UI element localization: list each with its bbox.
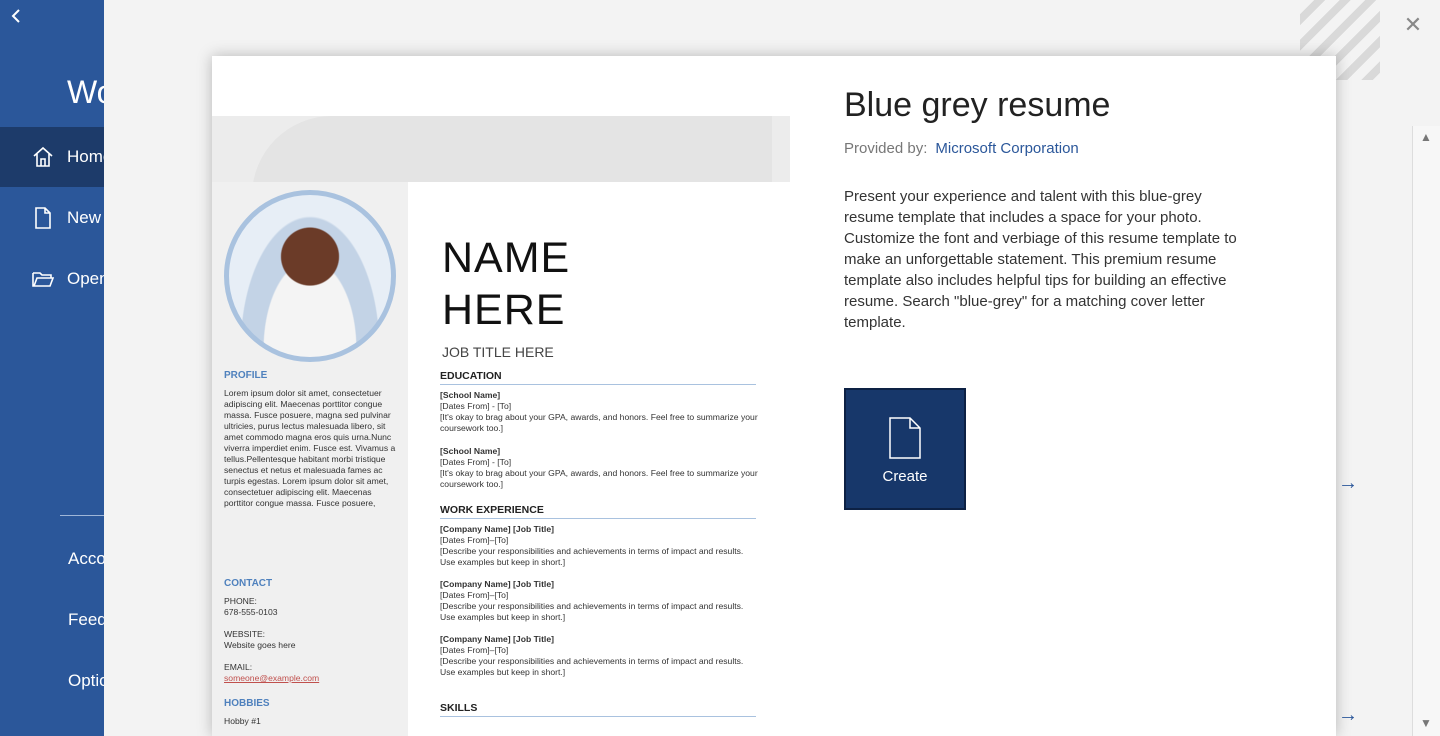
backstage-nav: Word Home New Open Account Feedback Opti… — [0, 0, 143, 736]
nav-item-new[interactable]: New — [0, 188, 104, 248]
provider-link[interactable]: Microsoft Corporation — [935, 140, 1078, 157]
template-title: Blue grey resume — [844, 86, 1111, 124]
create-button-label: Create — [882, 468, 928, 485]
nav-item-open-label: Open — [67, 269, 104, 288]
profile-photo — [224, 190, 396, 362]
nav-item-home[interactable]: Home — [0, 127, 104, 187]
create-button[interactable]: Create — [844, 388, 966, 510]
work-entry: [Company Name] [Job Title] [Dates From]–[… — [440, 579, 744, 622]
nav-item-account-label: Account — [68, 549, 104, 568]
template-description: Present your experience and talent with … — [844, 188, 1237, 331]
provided-by-label: Provided by: — [844, 140, 928, 157]
nav-item-account[interactable]: Account — [0, 529, 104, 589]
education-heading: EDUCATION — [440, 370, 756, 385]
work-heading: WORK EXPERIENCE — [440, 504, 756, 519]
resume-sidebar: PROFILE Lorem ipsum dolor sit amet, cons… — [212, 182, 408, 736]
next-template-arrow-icon[interactable]: → — [1338, 472, 1358, 495]
work-entry: [Company Name] [Job Title] [Dates From]–[… — [440, 634, 744, 677]
scroll-up-icon[interactable]: ▲ — [1420, 130, 1432, 144]
phone-value: 678-555-0103 — [224, 607, 278, 617]
resume-name: NAME HERE — [442, 234, 571, 334]
nav-item-options[interactable]: Options — [0, 651, 104, 711]
website-label: WEBSITE: — [224, 629, 266, 639]
nav-item-feedback[interactable]: Feedback — [0, 590, 104, 650]
provider-line: Provided by: Microsoft Corporation — [844, 140, 1079, 157]
folder-open-icon — [32, 272, 55, 287]
education-entry: [School Name] [Dates From] - [To] [It's ok… — [440, 390, 758, 433]
back-icon[interactable] — [6, 6, 26, 26]
nav-item-options-label: Options — [68, 671, 104, 690]
profile-heading: PROFILE — [224, 370, 268, 381]
gallery-scrollbar[interactable]: ▲ ▼ — [1412, 126, 1440, 736]
work-entry: [Company Name] [Job Title] [Dates From]–[… — [440, 524, 744, 567]
nav-divider — [60, 515, 104, 516]
hobbies-heading: HOBBIES — [224, 698, 270, 709]
home-icon — [33, 146, 53, 167]
website-value: Website goes here — [224, 640, 296, 650]
hobby-item: Hobby #1 — [224, 716, 261, 726]
skills-heading: SKILLS — [440, 702, 756, 717]
nav-item-home-label: Home — [67, 147, 104, 166]
document-icon — [889, 417, 921, 459]
email-value: someone@example.com — [224, 673, 320, 683]
nav-item-open[interactable]: Open — [0, 249, 104, 309]
nav-item-feedback-label: Feedback — [68, 610, 104, 629]
education-entry: [School Name] [Dates From] - [To] [It's ok… — [440, 446, 758, 489]
template-preview-dialog: PROFILE Lorem ipsum dolor sit amet, cons… — [212, 56, 1358, 736]
next-template-arrow-icon[interactable]: → — [1338, 704, 1358, 727]
template-preview: PROFILE Lorem ipsum dolor sit amet, cons… — [212, 116, 790, 736]
scroll-down-icon[interactable]: ▼ — [1420, 716, 1432, 730]
window-close-icon[interactable]: ✕ — [1398, 10, 1428, 40]
resume-thumbnail: PROFILE Lorem ipsum dolor sit amet, cons… — [212, 182, 790, 736]
profile-text: Lorem ipsum dolor sit amet, consectetuer… — [224, 388, 396, 508]
new-document-icon — [35, 207, 51, 229]
email-label: EMAIL: — [224, 662, 253, 672]
contact-heading: CONTACT — [224, 578, 273, 589]
phone-label: PHONE: — [224, 596, 257, 606]
resume-job-title: JOB TITLE HERE — [442, 344, 554, 360]
nav-item-new-label: New — [67, 208, 102, 227]
